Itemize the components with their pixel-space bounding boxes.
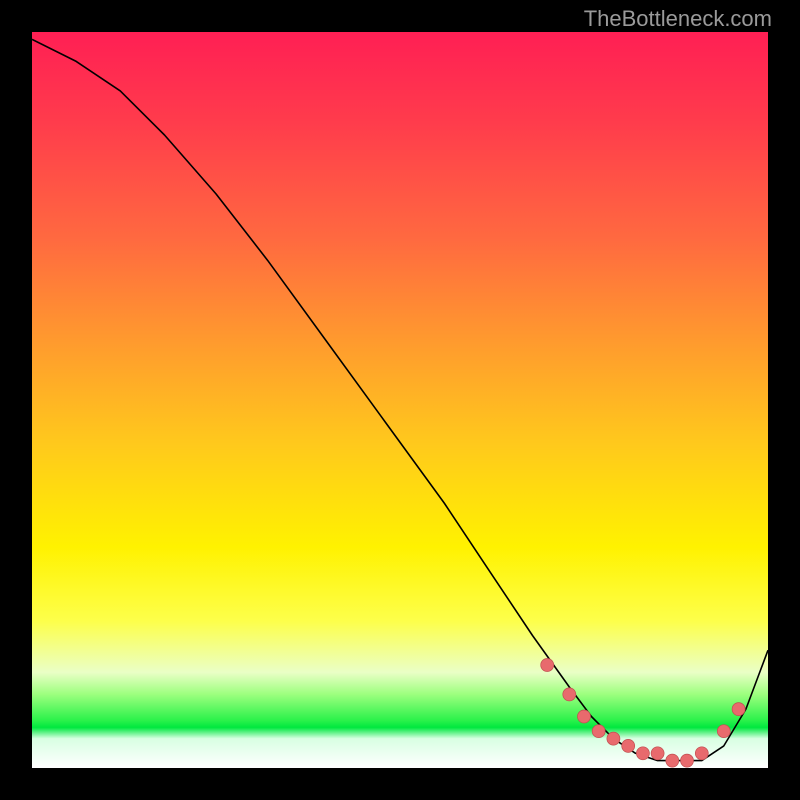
highlight-marker bbox=[578, 710, 591, 723]
highlight-marker bbox=[636, 747, 649, 760]
highlight-marker bbox=[607, 732, 620, 745]
chart-canvas: TheBottleneck.com bbox=[0, 0, 800, 800]
highlight-marker bbox=[651, 747, 664, 760]
highlight-marker bbox=[622, 739, 635, 752]
highlight-marker bbox=[681, 754, 694, 767]
plot-area bbox=[32, 32, 768, 768]
marker-group bbox=[541, 659, 745, 768]
highlight-marker bbox=[695, 747, 708, 760]
highlight-marker bbox=[717, 725, 730, 738]
highlight-marker bbox=[563, 688, 576, 701]
chart-svg-layer bbox=[32, 32, 768, 768]
highlight-marker bbox=[541, 659, 554, 672]
highlight-marker bbox=[592, 725, 605, 738]
bottleneck-curve-line bbox=[32, 39, 768, 760]
attribution-text: TheBottleneck.com bbox=[584, 6, 772, 32]
highlight-marker bbox=[732, 703, 745, 716]
highlight-marker bbox=[666, 754, 679, 767]
